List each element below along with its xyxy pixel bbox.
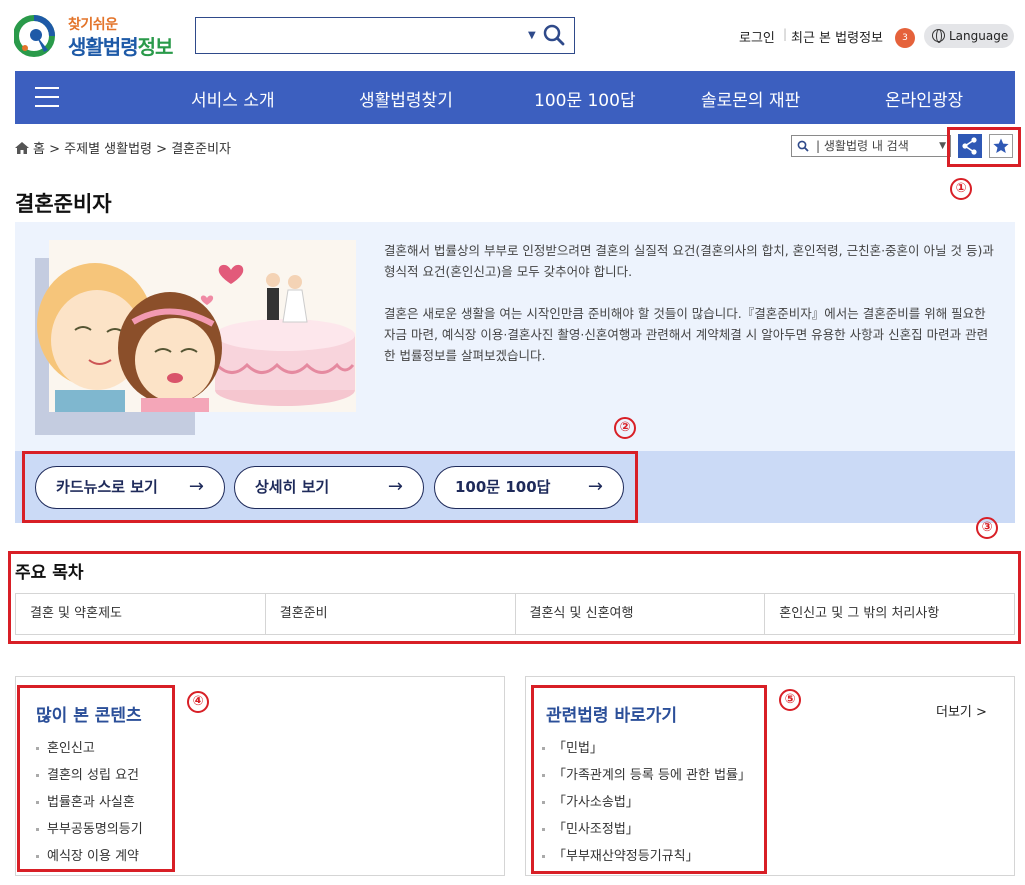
list-item[interactable]: 부부공동명의등기	[36, 816, 143, 843]
couple-illustration	[35, 240, 356, 435]
breadcrumb-current: 결혼준비자	[171, 142, 232, 157]
popular-contents-list: 혼인신고 결혼의 성립 요건 법률혼과 사실혼 부부공동명의등기 예식장 이용 …	[36, 735, 143, 870]
logo-title: 생활법령정보	[68, 35, 173, 59]
logo-mark-icon	[14, 15, 55, 57]
bookmark-button[interactable]	[989, 134, 1013, 158]
related-laws-card: 관련법령 바로가기 더보기 > 「민법」 「가족관계의 등록 등에 관한 법률」…	[525, 676, 1015, 876]
related-laws-list: 「민법」 「가족관계의 등록 등에 관한 법률」 「가사소송법」 「민사조정법」…	[542, 735, 751, 870]
nav-item-solomon[interactable]: 솔로몬의 재판	[701, 86, 800, 111]
annotation-number-2: ②	[614, 417, 636, 439]
recent-laws-link[interactable]: 최근 본 법령정보	[791, 27, 883, 46]
main-search-input[interactable]	[202, 24, 512, 48]
list-item[interactable]: 「가사소송법」	[542, 789, 751, 816]
annotation-number-1: ①	[950, 178, 972, 200]
inner-search-select[interactable]: | 생활법령 내 검색 ▼	[791, 135, 951, 157]
100qa-button[interactable]: 100문 100답 →	[434, 466, 624, 509]
list-item[interactable]: 「민사조정법」	[542, 816, 751, 843]
list-item[interactable]: 「부부재산약정등기규칙」	[542, 843, 751, 870]
arrow-right-icon: →	[587, 476, 603, 497]
page-title: 결혼준비자	[15, 192, 112, 216]
share-button[interactable]	[958, 134, 982, 158]
nav-item-100qa[interactable]: 100문 100답	[534, 86, 636, 111]
toc-item-registration[interactable]: 혼인신고 및 그 밖의 처리사항	[765, 594, 1014, 634]
intro-panel: 결혼해서 법률상의 부부로 인정받으려면 결혼의 실질적 요건(결혼의사의 합치…	[15, 222, 1015, 451]
nav-item-online-plaza[interactable]: 온라인광장	[885, 86, 963, 111]
intro-paragraph-2: 결혼은 새로운 생활을 여는 시작인만큼 준비해야 할 것들이 많습니다.『결혼…	[384, 306, 989, 363]
annotation-number-3: ③	[976, 517, 998, 539]
toc-item-preparation[interactable]: 결혼준비	[266, 594, 516, 634]
list-item[interactable]: 「민법」	[542, 735, 751, 762]
main-nav: 서비스 소개 생활법령찾기 100문 100답 솔로몬의 재판 온라인광장	[15, 71, 1015, 124]
list-item[interactable]: 예식장 이용 계약	[36, 843, 143, 870]
hamburger-menu-icon[interactable]	[35, 87, 59, 107]
nav-item-service-intro[interactable]: 서비스 소개	[191, 86, 275, 111]
login-link[interactable]: 로그인	[739, 27, 775, 46]
breadcrumb-sep: >	[156, 142, 168, 157]
main-search	[195, 17, 575, 54]
share-icon	[962, 137, 977, 155]
details-label: 상세히 보기	[255, 478, 330, 496]
popular-contents-title: 많이 본 콘텐츠	[36, 706, 142, 726]
site-logo[interactable]: 찾기쉬운 생활법령정보	[14, 12, 174, 60]
search-dropdown-caret-icon[interactable]: ▼	[528, 30, 536, 41]
toc-title: 주요 목차	[15, 563, 84, 583]
globe-icon	[932, 29, 945, 43]
annotation-number-4: ④	[187, 691, 209, 713]
intro-text: 결혼해서 법률상의 부부로 인정받으려면 결혼의 실질적 요건(결혼의사의 합치…	[384, 240, 999, 387]
star-icon	[993, 138, 1009, 153]
card-news-button[interactable]: 카드뉴스로 보기 →	[35, 466, 225, 509]
chevron-down-icon: ▼	[939, 141, 946, 151]
inner-search-label: | 생활법령 내 검색	[816, 139, 909, 153]
list-item[interactable]: 「가족관계의 등록 등에 관한 법률」	[542, 762, 751, 789]
language-label: Language	[949, 29, 1009, 43]
arrow-right-icon: →	[387, 476, 403, 497]
toc-item-wedding-honeymoon[interactable]: 결혼식 및 신혼여행	[516, 594, 766, 634]
breadcrumb-sep: >	[49, 142, 61, 157]
breadcrumb-topic[interactable]: 주제별 생활법령	[64, 142, 152, 157]
toc-list: 결혼 및 약혼제도 결혼준비 결혼식 및 신혼여행 혼인신고 및 그 밖의 처리…	[15, 593, 1015, 635]
breadcrumb-home[interactable]: 홈	[33, 142, 45, 157]
annotation-number-5: ⑤	[779, 689, 801, 711]
more-link[interactable]: 더보기 >	[936, 701, 987, 720]
language-button[interactable]: Language	[924, 24, 1014, 48]
search-icon	[797, 140, 809, 152]
home-icon	[15, 142, 29, 154]
related-laws-title: 관련법령 바로가기	[546, 706, 678, 726]
details-button[interactable]: 상세히 보기 →	[234, 466, 424, 509]
list-item[interactable]: 결혼의 성립 요건	[36, 762, 143, 789]
nav-item-law-search[interactable]: 생활법령찾기	[359, 86, 453, 111]
card-news-label: 카드뉴스로 보기	[56, 478, 158, 496]
toc-item-marriage-system[interactable]: 결혼 및 약혼제도	[16, 594, 266, 634]
list-item[interactable]: 혼인신고	[36, 735, 143, 762]
arrow-right-icon: →	[188, 476, 204, 497]
recent-count-badge: 3	[895, 28, 915, 48]
100qa-label: 100문 100답	[455, 478, 551, 496]
list-item[interactable]: 법률혼과 사실혼	[36, 789, 143, 816]
intro-paragraph-1: 결혼해서 법률상의 부부로 인정받으려면 결혼의 실질적 요건(결혼의사의 합치…	[384, 243, 994, 279]
search-icon[interactable]	[540, 21, 568, 49]
util-separator: |	[783, 27, 788, 41]
popular-contents-card: 많이 본 콘텐츠 혼인신고 결혼의 성립 요건 법률혼과 사실혼 부부공동명의등…	[15, 676, 505, 876]
breadcrumb: 홈 > 주제별 생활법령 > 결혼준비자	[15, 138, 231, 157]
